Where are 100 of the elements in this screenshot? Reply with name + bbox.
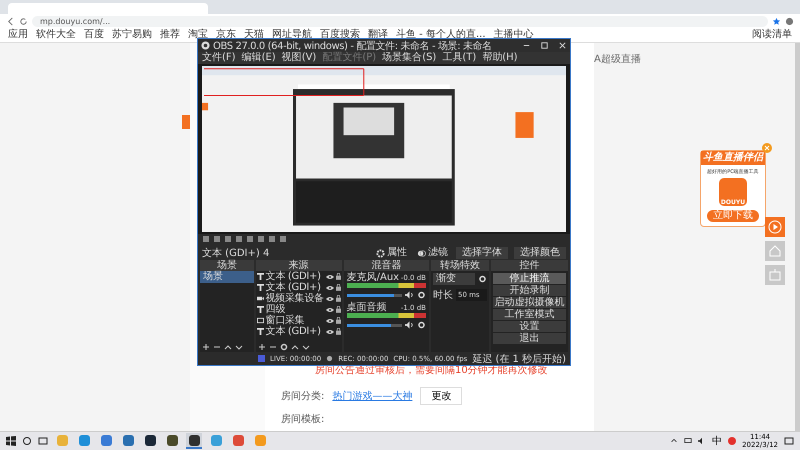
eye-icon[interactable] <box>326 296 334 302</box>
bookmark[interactable]: 应用 <box>8 29 28 41</box>
change-button[interactable]: 更改 <box>420 387 462 405</box>
add-icon[interactable] <box>258 342 266 350</box>
source-item[interactable]: 文本 (GDI+) <box>266 282 324 293</box>
lock-icon[interactable] <box>336 284 341 291</box>
account-icon[interactable] <box>785 16 794 26</box>
close-icon[interactable] <box>558 41 567 50</box>
control-button[interactable]: 工作室模式 <box>492 309 566 320</box>
bookmark[interactable]: 百度搜索 <box>320 29 360 41</box>
lock-icon[interactable] <box>336 328 341 335</box>
bookmark[interactable]: 斗鱼 - 每个人的直... <box>396 29 486 41</box>
search-icon[interactable] <box>22 436 32 446</box>
menu-item[interactable]: 视图(V) <box>282 52 316 64</box>
address-field[interactable]: mp.douyu.com/... <box>32 16 768 26</box>
scene-item[interactable]: 场景 <box>200 271 254 283</box>
lock-icon[interactable] <box>336 295 341 302</box>
source-item[interactable]: 文本 (GDI+) <box>266 271 324 282</box>
menu-item[interactable]: 编辑(E) <box>242 52 276 64</box>
window-title: OBS 27.0.0 (64-bit, windows) - 配置文件: 未命名 - 场景: 未命名 <box>213 40 493 52</box>
control-button[interactable]: 启动虚拟摄像机 <box>492 297 566 308</box>
filters-button[interactable]: 滤镜 <box>415 247 450 259</box>
field-label: 房间分类: <box>281 390 324 403</box>
bookmark[interactable]: 软件大全 <box>36 29 76 41</box>
eye-icon[interactable] <box>326 284 334 290</box>
menu-item[interactable]: 帮助(H) <box>482 52 518 64</box>
scrollbar[interactable] <box>795 43 800 431</box>
taskbar-app[interactable] <box>186 433 202 449</box>
bookmark[interactable]: 百度 <box>84 29 104 41</box>
bookmark[interactable]: 网址导航 <box>272 29 312 41</box>
notification-icon[interactable] <box>784 436 794 446</box>
menu-item[interactable]: 文件(F) <box>202 52 236 64</box>
lock-icon[interactable] <box>336 306 341 313</box>
bookmark[interactable]: 翻译 <box>368 29 388 41</box>
input-method[interactable]: 中 <box>712 434 722 448</box>
text-source-icon <box>256 284 264 291</box>
lock-icon[interactable] <box>336 317 341 324</box>
eye-icon[interactable] <box>326 306 334 312</box>
back-icon[interactable] <box>6 16 15 26</box>
source-action-button[interactable]: 选择颜色 <box>514 247 566 259</box>
source-item[interactable]: 四级 <box>266 304 324 315</box>
bookmark[interactable]: 淘宝 <box>188 29 208 41</box>
selected-source-label: 文本 (GDI+) 4 <box>202 246 270 260</box>
source-item[interactable]: 文本 (GDI+) <box>266 326 324 337</box>
bookmark[interactable]: 主播中心 <box>494 29 534 41</box>
dock-title: 混音器 <box>344 260 429 271</box>
menu-item[interactable]: 场景集合(S) <box>382 52 436 64</box>
star-icon[interactable] <box>772 16 781 26</box>
up-icon[interactable] <box>290 342 299 350</box>
dock-title: 转场特效 <box>430 260 489 271</box>
bookmark[interactable]: 天猫 <box>244 29 264 41</box>
gear-icon[interactable] <box>280 342 288 350</box>
play-icon[interactable] <box>765 217 785 237</box>
top-link[interactable]: A超级直播 <box>594 54 641 65</box>
field-label: 房间模板: <box>281 412 324 426</box>
transition-select[interactable]: 渐变 <box>432 273 475 285</box>
caret-up-icon[interactable] <box>670 437 678 445</box>
up-icon[interactable] <box>224 342 232 350</box>
source-action-button[interactable]: 选择字体 <box>456 247 508 259</box>
task-view-icon[interactable] <box>38 436 48 446</box>
reading-list[interactable]: 阅读清单 <box>752 29 792 41</box>
eye-icon[interactable] <box>326 318 334 324</box>
maximize-icon[interactable] <box>540 41 549 50</box>
source-item[interactable]: 视频采集设备 <box>266 293 324 304</box>
down-icon[interactable] <box>302 342 310 350</box>
filter-icon <box>417 248 426 258</box>
bookmark[interactable]: 苏宁易购 <box>112 29 152 41</box>
menu-item[interactable]: 工具(T) <box>442 52 476 64</box>
speaker-icon[interactable] <box>404 321 414 329</box>
ad-title: 斗鱼直播伴侣 <box>701 151 765 165</box>
delay-status: 延迟 (在 1 秒后开始) <box>472 352 566 366</box>
volume-slider[interactable] <box>346 324 402 326</box>
category-link[interactable]: 热门游戏——大神 <box>332 389 412 403</box>
lock-icon[interactable] <box>336 273 341 280</box>
gear-icon[interactable] <box>478 275 487 283</box>
duration-label: 时长 <box>432 288 453 302</box>
channel-name: 麦克风/Aux <box>346 272 400 283</box>
gear-icon[interactable] <box>416 291 426 299</box>
eye-icon[interactable] <box>326 274 334 280</box>
source-item[interactable]: 窗口采集 <box>266 315 324 326</box>
down-icon[interactable] <box>235 342 243 350</box>
bookmark[interactable]: 推荐 <box>160 29 180 41</box>
eye-icon[interactable] <box>326 328 334 334</box>
properties-button[interactable]: 属性 <box>374 247 409 259</box>
add-icon[interactable] <box>202 342 210 350</box>
control-button[interactable]: 设置 <box>492 321 566 332</box>
start-icon[interactable] <box>6 436 16 446</box>
speaker-icon[interactable] <box>404 291 414 299</box>
reload-icon[interactable] <box>19 16 28 26</box>
volume-slider[interactable] <box>346 294 402 296</box>
bookmark[interactable]: 京东 <box>216 29 236 41</box>
window-icon <box>256 317 264 324</box>
control-button[interactable]: 退出 <box>492 333 566 344</box>
control-button[interactable]: 停止推流 <box>492 273 566 284</box>
control-button[interactable]: 开始录制 <box>492 285 566 296</box>
dock-title: 来源 <box>256 260 342 271</box>
camera-icon <box>256 295 264 302</box>
tray-app-icon[interactable] <box>728 437 736 445</box>
gear-icon[interactable] <box>416 321 426 329</box>
network-icon[interactable] <box>684 437 692 445</box>
